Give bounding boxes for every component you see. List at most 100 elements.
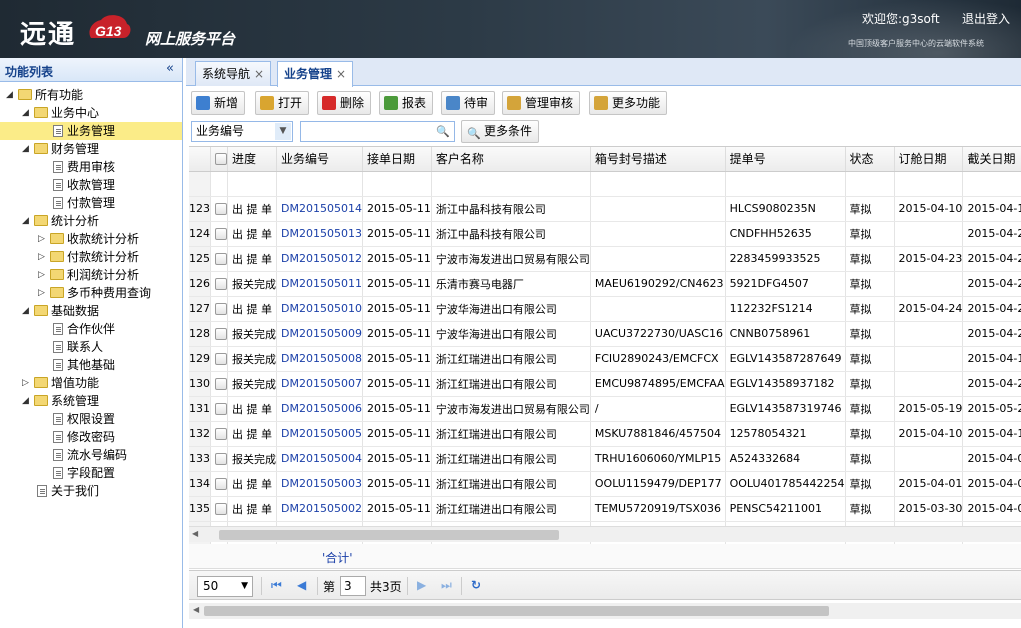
search-input[interactable]: 🔍 [300,121,455,142]
column-header-4[interactable]: 接单日期 [362,147,432,172]
row-checkbox[interactable] [215,228,227,240]
toolbar-button-0[interactable]: 新增 [191,91,246,115]
tree-node-8[interactable]: ▷ 收款统计分析 [0,230,182,248]
tree-node-9[interactable]: ▷ 付款统计分析 [0,248,182,266]
tab-system-nav[interactable]: 系统导航 × [195,61,272,86]
scroll-left-icon[interactable]: ◀ [192,529,198,538]
table-row[interactable]: 128 报关完成 DM201505009 2015-05-11 宁波华海进出口有限公司 U… [189,321,1021,347]
toolbar-button-6[interactable]: 更多功能 [589,91,668,115]
table-row[interactable]: 130 报关完成 DM201505007 2015-05-11 浙江红瑞进出口有限公司 E… [189,371,1021,397]
toolbar-button-5[interactable]: 管理审核 [502,91,581,115]
chevron-down-icon[interactable]: ▼ [275,123,291,140]
column-header-2[interactable]: 进度 [227,147,277,172]
tree-node-16[interactable]: ▷ 增值功能 [0,374,182,392]
next-page-icon[interactable]: ▶ [417,578,426,592]
row-checkbox[interactable] [215,328,227,340]
expand-icon[interactable]: ▷ [38,230,48,248]
collapse-icon[interactable]: ◢ [22,140,32,158]
tree-node-0[interactable]: ◢ 所有功能 [0,86,182,104]
row-checkbox[interactable] [215,253,227,265]
row-checkbox[interactable] [215,478,227,490]
table-row[interactable]: 124 出 提 单 DM201505013 2015-05-11 浙江中晶科技有限公司 C… [189,221,1021,247]
last-page-icon[interactable]: ⏭ [441,578,452,593]
tree-node-2[interactable]: 业务管理 [0,122,182,140]
more-conditions-button[interactable]: 🔍 更多条件 [461,120,540,143]
collapse-icon[interactable]: ◢ [6,86,16,104]
scrollbar-thumb[interactable] [204,606,829,616]
tree-node-5[interactable]: 收款管理 [0,176,182,194]
tree-node-10[interactable]: ▷ 利润统计分析 [0,266,182,284]
table-cell[interactable] [210,346,228,372]
chevron-down-icon[interactable]: ▼ [241,577,248,596]
first-page-icon[interactable]: ⏮ [271,578,282,593]
table-cell[interactable] [210,196,228,222]
table-row[interactable]: 133 报关完成 DM201505004 2015-05-11 浙江红瑞进出口有限公司 T… [189,446,1021,472]
expand-icon[interactable]: ▷ [38,284,48,302]
grid-horizontal-scrollbar[interactable]: ◀ [189,526,1021,542]
table-row[interactable]: 126 报关完成 DM201505011 2015-05-11 乐清市赛马电器厂 MAEU… [189,271,1021,297]
tree-node-6[interactable]: 付款管理 [0,194,182,212]
column-header-10[interactable]: 截关日期 [962,147,1021,172]
table-row[interactable]: 127 出 提 单 DM201505010 2015-05-11 宁波华海进出口有限公司… [189,296,1021,322]
table-cell[interactable] [210,371,228,397]
prev-page-icon[interactable]: ◀ [297,578,306,592]
table-cell[interactable] [210,471,228,497]
toolbar-button-2[interactable]: 删除 [317,91,372,115]
row-checkbox[interactable] [215,203,227,215]
scrollbar-thumb[interactable] [219,530,559,540]
column-header-7[interactable]: 提单号 [725,147,846,172]
column-header-6[interactable]: 箱号封号描述 [590,147,726,172]
scroll-left-icon[interactable]: ◀ [193,605,199,614]
table-cell[interactable] [210,446,228,472]
tree-node-12[interactable]: ◢ 基础数据 [0,302,182,320]
tree-node-19[interactable]: 修改密码 [0,428,182,446]
row-checkbox[interactable] [215,378,227,390]
row-checkbox[interactable] [215,503,227,515]
tree-node-4[interactable]: 费用审核 [0,158,182,176]
page-number-input[interactable]: 3 [340,576,366,596]
page-size-select[interactable]: 50 ▼ [197,576,253,597]
tree-node-1[interactable]: ◢ 业务中心 [0,104,182,122]
tree-node-21[interactable]: 字段配置 [0,464,182,482]
tree-node-17[interactable]: ◢ 系统管理 [0,392,182,410]
collapse-icon[interactable]: ◢ [22,302,32,320]
row-checkbox[interactable] [215,353,227,365]
toolbar-button-4[interactable]: 待审 [441,91,496,115]
row-checkbox[interactable] [215,278,227,290]
table-row[interactable]: 129 报关完成 DM201505008 2015-05-11 浙江红瑞进出口有限公司 F… [189,346,1021,372]
tree-node-13[interactable]: 合作伙伴 [0,320,182,338]
logout-link[interactable]: 退出登入 [962,10,1010,27]
collapse-icon[interactable]: ◢ [22,392,32,410]
row-checkbox[interactable] [215,303,227,315]
close-tab-icon[interactable]: × [336,67,346,81]
toolbar-button-1[interactable]: 打开 [255,91,310,115]
expand-icon[interactable]: ▷ [38,248,48,266]
column-header-8[interactable]: 状态 [845,147,895,172]
table-cell[interactable] [210,496,228,522]
table-row[interactable]: 131 出 提 单 DM201505006 2015-05-11 宁波市海发进出口贸易有… [189,396,1021,422]
column-header-5[interactable]: 客户名称 [431,147,591,172]
refresh-icon[interactable]: ↻ [471,578,481,592]
table-cell[interactable] [210,321,228,347]
table-row[interactable]: 132 出 提 单 DM201505005 2015-05-11 浙江红瑞进出口有限公司… [189,421,1021,447]
tree-node-15[interactable]: 其他基础 [0,356,182,374]
table-row[interactable]: 134 出 提 单 DM201505003 2015-05-11 浙江红瑞进出口有限公司… [189,471,1021,497]
tree-node-3[interactable]: ◢ 财务管理 [0,140,182,158]
row-checkbox[interactable] [215,428,227,440]
row-checkbox[interactable] [215,453,227,465]
column-header-1[interactable] [210,147,228,172]
table-row[interactable]: 123 出 提 单 DM201505014 2015-05-11 浙江中晶科技有限公司 H… [189,196,1021,222]
tree-node-20[interactable]: 流水号编码 [0,446,182,464]
collapse-sidebar-icon[interactable]: « [166,61,174,76]
tree-node-7[interactable]: ◢ 统计分析 [0,212,182,230]
table-cell[interactable] [210,396,228,422]
page-horizontal-scrollbar[interactable]: ◀ [189,603,1021,619]
collapse-icon[interactable]: ◢ [22,212,32,230]
column-header-3[interactable]: 业务编号 [276,147,363,172]
tab-business-management[interactable]: 业务管理 × [277,61,354,87]
row-checkbox[interactable] [215,403,227,415]
toolbar-button-3[interactable]: 报表 [379,91,434,115]
table-cell[interactable] [210,271,228,297]
tree-node-11[interactable]: ▷ 多币种费用查询 [0,284,182,302]
select-all-checkbox[interactable] [215,153,227,166]
